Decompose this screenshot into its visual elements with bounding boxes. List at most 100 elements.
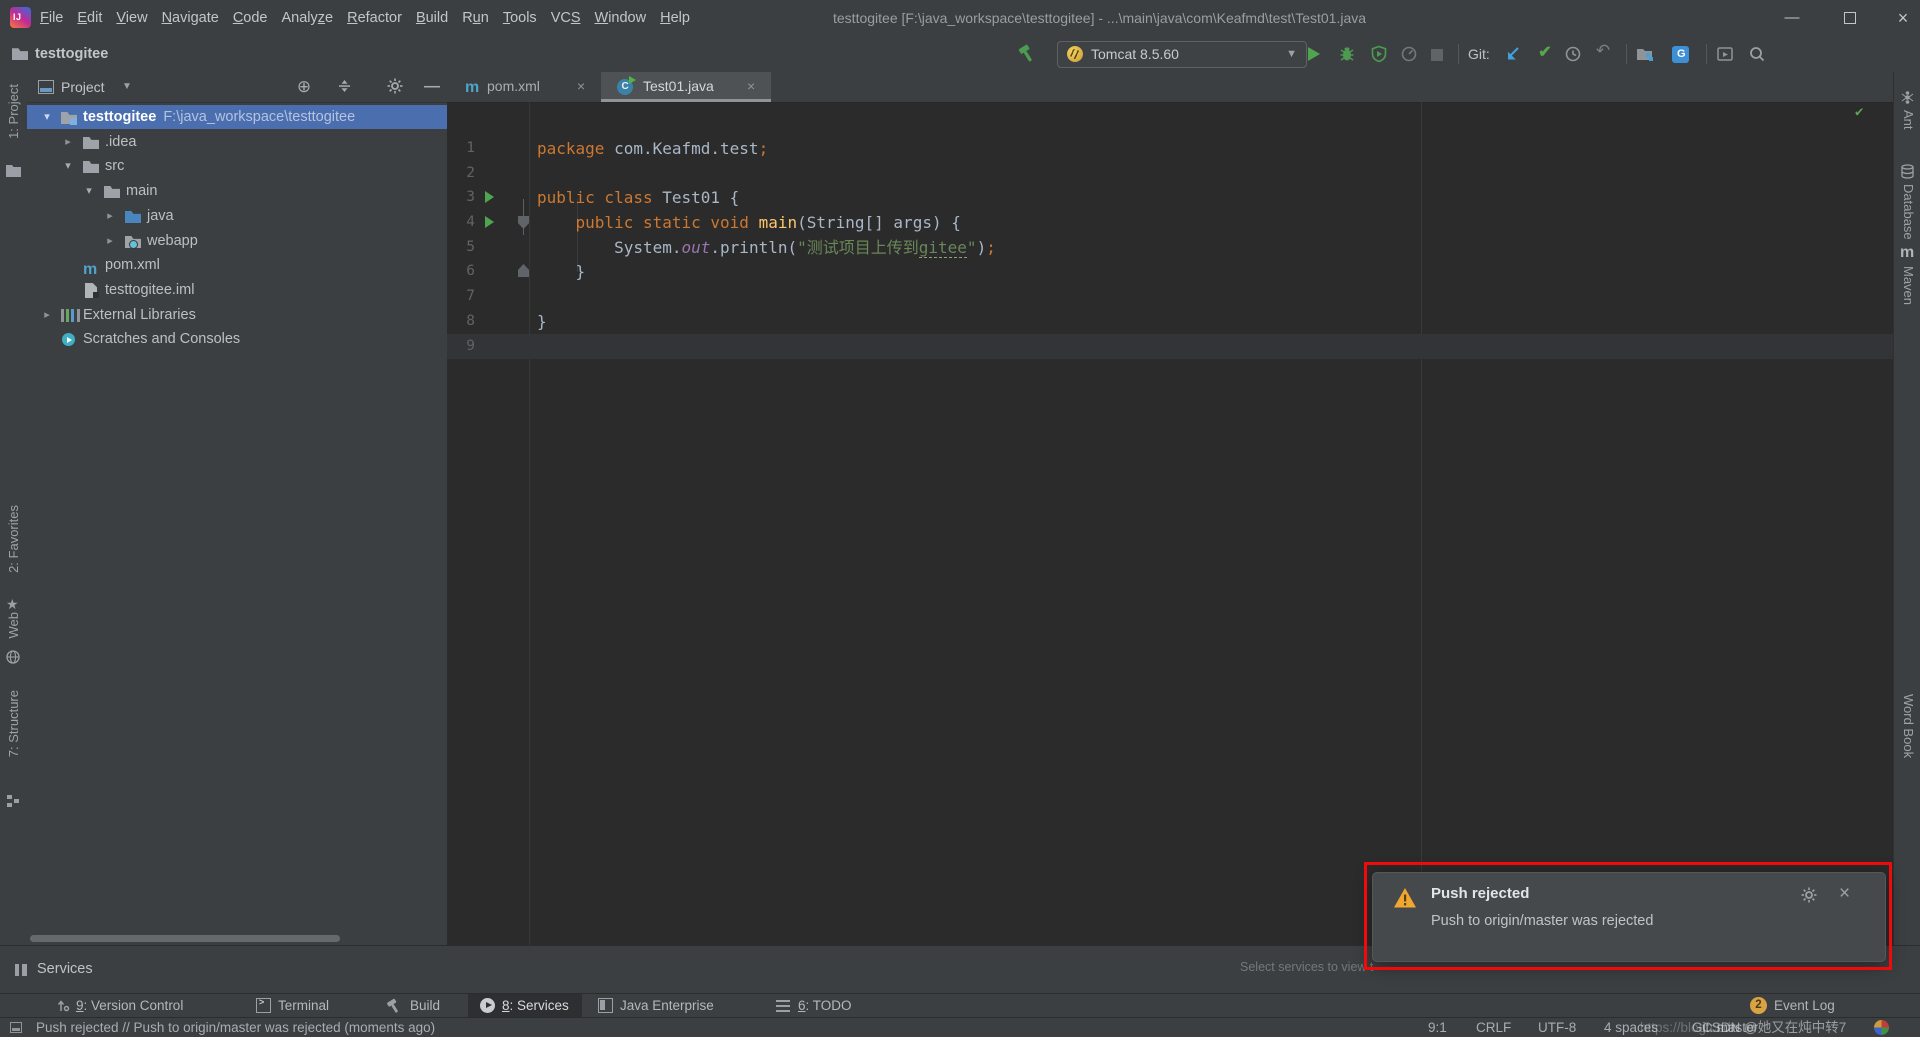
profiler-button[interactable]: [1400, 45, 1418, 63]
stop-button[interactable]: [1431, 49, 1443, 61]
build-icon[interactable]: [386, 998, 401, 1013]
collapse-arrow-icon[interactable]: [40, 303, 54, 327]
tree-row-pom[interactable]: pom.xml: [27, 253, 447, 277]
status-message[interactable]: Push rejected // Push to origin/master w…: [36, 1018, 435, 1037]
notification-balloon[interactable]: Push rejected Push to origin/master was …: [1372, 872, 1886, 962]
star-icon[interactable]: [6, 596, 22, 612]
todo-icon[interactable]: [776, 1000, 790, 1012]
services-icon[interactable]: [480, 998, 495, 1013]
toolwindow-switcher-icon[interactable]: [10, 1022, 22, 1033]
collapse-arrow-icon[interactable]: [103, 229, 117, 253]
build-hammer-icon[interactable]: [1018, 44, 1036, 62]
remote-host-button[interactable]: [1636, 45, 1654, 63]
menu-refactor[interactable]: Refactor: [347, 10, 402, 26]
minimize-button[interactable]: —: [1769, 0, 1815, 36]
locate-file-icon[interactable]: [295, 78, 313, 96]
toolwindow-build[interactable]: Build: [410, 994, 440, 1017]
menu-code[interactable]: Code: [233, 10, 268, 26]
horizontal-scrollbar[interactable]: [30, 935, 340, 942]
gear-icon[interactable]: [387, 78, 405, 96]
structure-icon[interactable]: [6, 794, 22, 810]
git-update-button[interactable]: [1504, 45, 1522, 63]
translate-button[interactable]: [1672, 46, 1689, 63]
close-icon[interactable]: [1839, 883, 1850, 905]
expand-arrow-icon[interactable]: [40, 105, 54, 129]
tree-row-external-libraries[interactable]: External Libraries: [27, 303, 447, 327]
tree-row-iml[interactable]: testtogitee.iml: [27, 278, 447, 302]
menu-tools[interactable]: Tools: [503, 10, 537, 26]
toolwindow-terminal[interactable]: Terminal: [278, 994, 329, 1017]
menu-run[interactable]: Run: [462, 10, 489, 26]
maven-icon[interactable]: m: [1900, 244, 1916, 260]
preview-window-button[interactable]: [1716, 45, 1734, 63]
toolwindow-event-log[interactable]: Event Log: [1774, 994, 1835, 1017]
breadcrumb-project[interactable]: testtogitee: [35, 36, 108, 72]
run-configuration-select[interactable]: Tomcat 8.5.60 ▼: [1057, 41, 1307, 68]
menu-vcs[interactable]: VCS: [551, 10, 581, 26]
expand-arrow-icon[interactable]: [82, 179, 96, 203]
tree-row-src[interactable]: src: [27, 154, 447, 178]
menu-window[interactable]: Window: [595, 10, 647, 26]
run-with-coverage-button[interactable]: [1370, 45, 1388, 63]
hide-panel-icon[interactable]: [423, 78, 441, 96]
toolwindow-tab-ant[interactable]: Ant: [1901, 110, 1916, 130]
java-enterprise-icon[interactable]: [598, 998, 613, 1013]
line-separator[interactable]: CRLF: [1476, 1018, 1511, 1037]
code-editor[interactable]: 1 package com.Keafmd.test; 2 3 public cl…: [447, 102, 1893, 945]
toolwindow-java-enterprise[interactable]: Java Enterprise: [620, 994, 714, 1017]
debug-button[interactable]: [1338, 45, 1356, 63]
gear-icon[interactable]: [1801, 887, 1817, 903]
fold-end-icon[interactable]: [518, 264, 529, 277]
fold-start-icon[interactable]: [518, 216, 529, 229]
menu-edit[interactable]: Edit: [77, 10, 102, 26]
tree-row-main[interactable]: main: [27, 179, 447, 203]
tab-pom-xml[interactable]: pom.xml: [451, 72, 601, 102]
project-view-selector[interactable]: Project: [61, 72, 105, 102]
collapse-all-icon[interactable]: [337, 78, 355, 96]
tab-test01-java[interactable]: Test01.java: [601, 72, 771, 102]
ant-icon[interactable]: [1900, 90, 1916, 106]
git-commit-button[interactable]: [1536, 44, 1554, 62]
tree-row-java[interactable]: java: [27, 204, 447, 228]
tree-row-root[interactable]: testtogiteeF:\java_workspace\testtogitee: [27, 105, 447, 129]
database-icon[interactable]: [1900, 164, 1916, 180]
expand-arrow-icon[interactable]: [61, 154, 75, 178]
toolwindow-version-control[interactable]: 9: Version Control: [76, 994, 183, 1017]
toolwindow-services[interactable]: 8: Services: [502, 994, 569, 1017]
run-class-icon[interactable]: [485, 191, 494, 203]
globe-icon[interactable]: [6, 650, 22, 666]
inspections-ok-icon[interactable]: [1855, 104, 1863, 120]
toolwindow-tab-structure[interactable]: 7: Structure: [6, 690, 21, 757]
project-tool-icon[interactable]: [6, 164, 22, 180]
toolwindow-tab-wordbook[interactable]: Word Book: [1901, 694, 1916, 758]
close-icon[interactable]: [577, 72, 585, 101]
git-rollback-button[interactable]: [1594, 42, 1612, 60]
menu-navigate[interactable]: Navigate: [162, 10, 219, 26]
menu-file[interactable]: File: [40, 10, 63, 26]
close-button[interactable]: ×: [1880, 0, 1920, 36]
file-encoding[interactable]: UTF-8: [1538, 1018, 1576, 1037]
run-button[interactable]: [1308, 47, 1320, 61]
menu-view[interactable]: View: [116, 10, 147, 26]
tree-row-webapp[interactable]: webapp: [27, 229, 447, 253]
collapse-arrow-icon[interactable]: [61, 130, 75, 154]
search-everywhere-icon[interactable]: [1748, 45, 1766, 63]
menu-build[interactable]: Build: [416, 10, 448, 26]
toolwindow-tab-maven[interactable]: Maven: [1901, 266, 1916, 305]
tree-row-idea[interactable]: .idea: [27, 130, 447, 154]
toolwindow-tab-project[interactable]: 1: Project: [6, 84, 21, 139]
run-main-icon[interactable]: [485, 216, 494, 228]
caret-position[interactable]: 9:1: [1428, 1018, 1447, 1037]
menu-analyze[interactable]: Analyze: [282, 10, 334, 26]
toolwindow-tab-favorites[interactable]: 2: Favorites: [6, 505, 21, 573]
menu-help[interactable]: Help: [660, 10, 690, 26]
terminal-icon[interactable]: [256, 998, 271, 1013]
tree-row-scratches[interactable]: Scratches and Consoles: [27, 327, 447, 351]
git-history-button[interactable]: [1564, 45, 1582, 63]
close-icon[interactable]: [747, 72, 755, 101]
version-control-icon[interactable]: [56, 998, 71, 1013]
toolwindow-tab-web[interactable]: Web: [6, 612, 21, 639]
collapse-arrow-icon[interactable]: [103, 204, 117, 228]
maximize-button[interactable]: [1827, 0, 1873, 36]
toolwindow-tab-database[interactable]: Database: [1901, 184, 1916, 240]
